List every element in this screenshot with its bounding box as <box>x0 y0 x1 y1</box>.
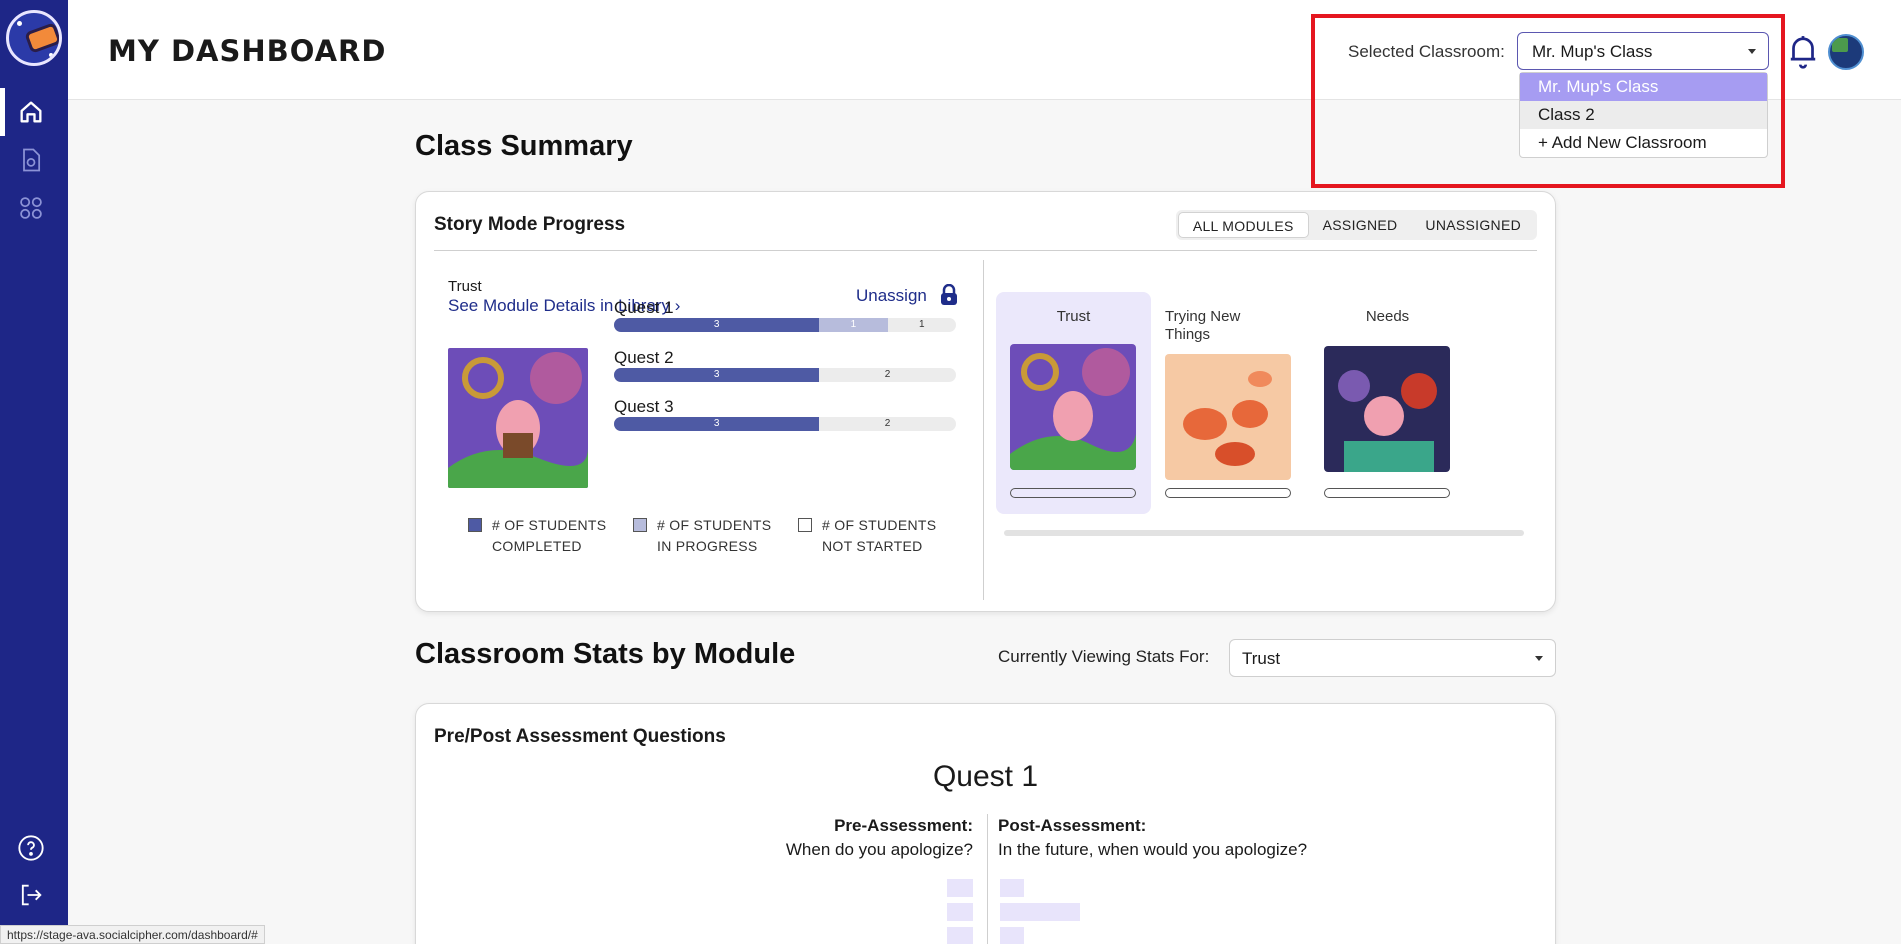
not-started-segment: 2 <box>884 418 891 429</box>
module-progress-bar <box>1010 488 1136 498</box>
status-bar-url: https://stage-ava.socialcipher.com/dashb… <box>0 925 265 944</box>
assessment-card: Pre/Post Assessment Questions Quest 1 Pr… <box>415 703 1556 944</box>
help-icon[interactable] <box>16 833 46 863</box>
chevron-down-icon <box>1535 656 1543 661</box>
home-icon[interactable] <box>16 97 46 127</box>
avatar[interactable] <box>1828 34 1864 70</box>
module-tile-trying-new-things[interactable]: Trying New Things <box>1151 292 1306 514</box>
grid-icon[interactable] <box>16 193 46 223</box>
legend-swatch <box>798 518 812 532</box>
legend-text: IN PROGRESS <box>657 538 758 554</box>
post-response-bar <box>1000 927 1024 944</box>
classroom-option-mr-mups-class[interactable]: Mr. Mup's Class <box>1520 73 1767 101</box>
star-dot <box>49 53 53 57</box>
legend-text: NOT STARTED <box>822 538 923 554</box>
classroom-dropdown-menu: Mr. Mup's Class Class 2 + Add New Classr… <box>1519 72 1768 158</box>
completed-segment: 3 <box>614 417 820 431</box>
module-stats-select[interactable]: Trust <box>1229 639 1556 677</box>
legend-text: COMPLETED <box>492 538 582 554</box>
post-response-bar <box>1000 903 1080 921</box>
not-started-segment: 1 <box>918 319 925 330</box>
module-tile-needs[interactable]: Needs <box>1310 292 1465 514</box>
legend-text: # OF STUDENTS <box>822 517 937 533</box>
telescope-logo[interactable] <box>6 10 62 66</box>
quest-progress-bar: 3 2 <box>614 417 956 431</box>
viewing-stats-label: Currently Viewing Stats For: <box>998 647 1210 666</box>
module-stats-select-value: Trust <box>1242 649 1281 668</box>
trust-module-image <box>448 348 588 488</box>
legend-swatch <box>633 518 647 532</box>
legend-not-started: # OF STUDENTS NOT STARTED <box>798 515 936 557</box>
quest-progress-row: Quest 3 3 2 <box>614 397 956 431</box>
pre-response-bar <box>947 903 973 921</box>
trying-new-things-thumbnail <box>1165 354 1291 480</box>
quest-name: Quest 1 <box>614 298 674 317</box>
module-tile-name: Trust <box>1056 308 1091 325</box>
divider <box>434 250 1537 251</box>
sidebar <box>0 0 68 944</box>
divider <box>987 814 988 944</box>
quest-progress-bar: 3 2 <box>614 368 956 382</box>
in-progress-segment: 1 <box>819 318 888 332</box>
module-progress-bar <box>1165 488 1291 498</box>
needs-module-thumbnail <box>1324 346 1450 472</box>
logout-icon[interactable] <box>16 880 46 910</box>
story-mode-progress-card: Story Mode Progress ALL MODULES ASSIGNED… <box>415 191 1556 612</box>
card-title: Pre/Post Assessment Questions <box>434 726 726 747</box>
carousel-scrollbar[interactable] <box>1004 530 1524 536</box>
legend-completed: # OF STUDENTS COMPLETED <box>468 515 606 557</box>
pre-response-bar <box>947 879 973 897</box>
page-title: MY DASHBOARD <box>108 34 387 68</box>
card-title: Story Mode Progress <box>434 214 626 235</box>
add-new-classroom-option[interactable]: + Add New Classroom <box>1520 129 1767 157</box>
classroom-option-class-2[interactable]: Class 2 <box>1520 101 1767 129</box>
divider <box>983 260 984 600</box>
module-label: Trust <box>448 278 482 295</box>
module-progress-bar <box>1324 488 1450 498</box>
legend-text: # OF STUDENTS <box>657 517 772 533</box>
quest-progress-bar: 3 1 1 <box>614 318 956 332</box>
module-filter-tabs: ALL MODULES ASSIGNED UNASSIGNED <box>1175 210 1537 240</box>
bell-icon[interactable] <box>1786 32 1820 70</box>
completed-segment: 3 <box>614 368 820 382</box>
star-dot <box>17 21 22 26</box>
completed-segment: 3 <box>614 318 820 332</box>
trust-module-thumbnail <box>1010 344 1136 470</box>
selected-classroom-label: Selected Classroom: <box>1348 42 1505 61</box>
classroom-select[interactable]: Mr. Mup's Class <box>1517 32 1769 70</box>
post-response-bar <box>1000 879 1024 897</box>
quest-progress-row: Quest 1 3 1 1 <box>614 298 956 332</box>
document-icon[interactable] <box>16 145 46 175</box>
quest-progress-row: Quest 2 3 2 <box>614 348 956 382</box>
module-tile-trust[interactable]: Trust <box>996 292 1151 514</box>
pre-response-bar <box>947 927 973 944</box>
post-assessment-column: Post-Assessment: In the future, when wou… <box>998 814 1307 862</box>
pre-assessment-question: When do you apologize? <box>785 840 973 859</box>
tab-unassigned[interactable]: UNASSIGNED <box>1411 212 1535 238</box>
class-summary-title: Class Summary <box>415 130 633 162</box>
module-tile-name: Needs <box>1365 308 1410 325</box>
active-nav-indicator <box>0 88 5 136</box>
pre-assessment-label: Pre-Assessment: <box>834 816 973 835</box>
classroom-stats-title: Classroom Stats by Module <box>415 638 796 670</box>
quest-heading: Quest 1 <box>932 760 1039 793</box>
not-started-segment: 2 <box>884 369 891 380</box>
chevron-down-icon <box>1748 49 1756 54</box>
module-tile-name: Trying New Things <box>1165 308 1241 343</box>
post-assessment-label: Post-Assessment: <box>998 816 1147 835</box>
classroom-select-value: Mr. Mup's Class <box>1532 42 1653 61</box>
telescope-icon <box>24 22 59 54</box>
legend-swatch <box>468 518 482 532</box>
pre-assessment-column: Pre-Assessment: When do you apologize? <box>786 814 973 862</box>
tab-all-modules[interactable]: ALL MODULES <box>1177 212 1309 238</box>
quest-name: Quest 3 <box>614 397 674 416</box>
legend-text: # OF STUDENTS <box>492 517 607 533</box>
quest-name: Quest 2 <box>614 348 674 367</box>
tab-assigned[interactable]: ASSIGNED <box>1309 212 1412 238</box>
post-assessment-question: In the future, when would you apologize? <box>998 840 1308 859</box>
legend-in-progress: # OF STUDENTS IN PROGRESS <box>633 515 771 557</box>
module-carousel: Trust Trying New Things Needs <box>996 292 1536 532</box>
